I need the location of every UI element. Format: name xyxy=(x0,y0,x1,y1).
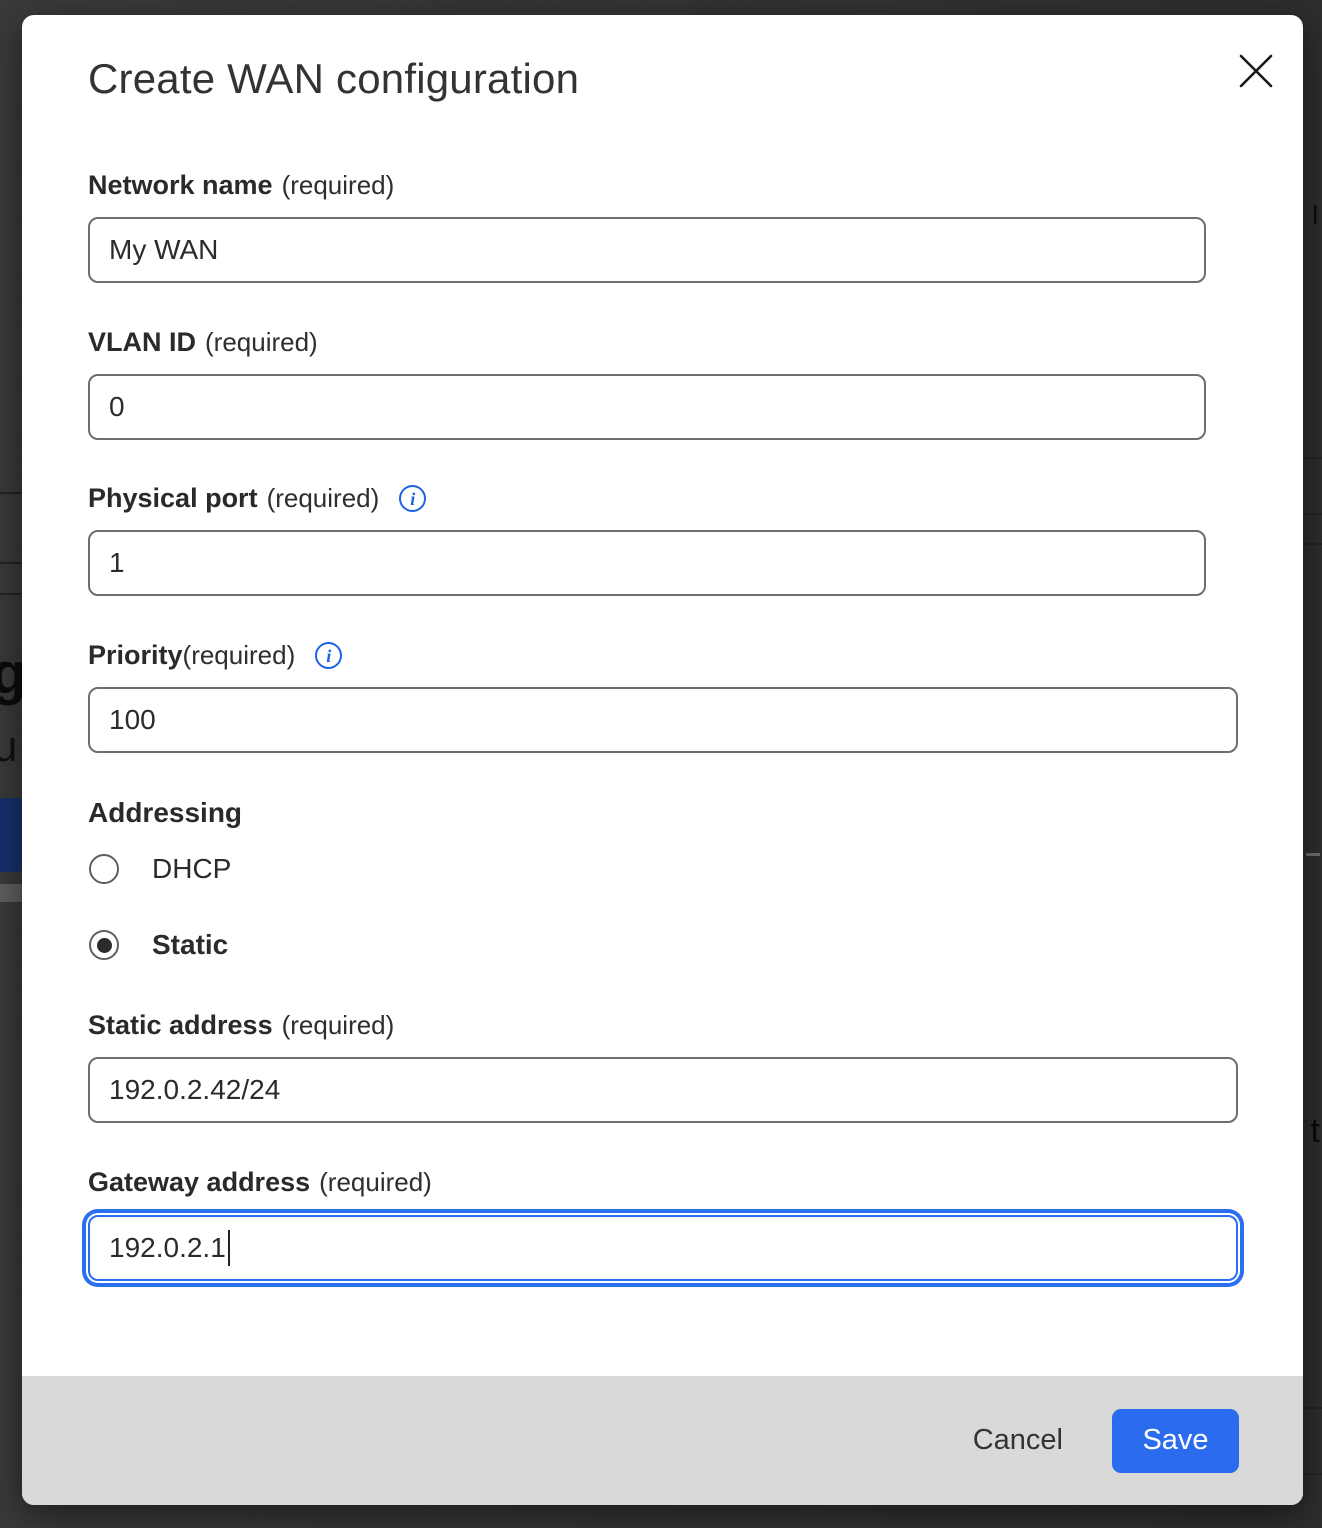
info-icon[interactable]: i xyxy=(399,485,426,512)
vlan-id-label: VLAN ID (required) xyxy=(88,327,318,358)
addressing-heading: Addressing xyxy=(88,797,242,829)
dialog-footer: Cancel Save xyxy=(22,1376,1303,1505)
gateway-address-input[interactable]: 192.0.2.1 xyxy=(88,1215,1238,1281)
text-cursor xyxy=(228,1230,231,1266)
label-text: VLAN ID xyxy=(88,327,196,358)
radio-unselected-icon xyxy=(89,854,119,884)
priority-label: Priority (required) i xyxy=(88,640,342,671)
create-wan-configuration-dialog: Create WAN configuration Network name (r… xyxy=(22,15,1303,1505)
backdrop-divider xyxy=(0,562,22,564)
required-hint: (required) xyxy=(319,1167,432,1198)
static-address-label: Static address (required) xyxy=(88,1010,394,1041)
backdrop-divider xyxy=(1303,543,1322,545)
required-hint: (required) xyxy=(205,327,318,358)
backdrop-text-fragment: u xyxy=(0,722,17,772)
physical-port-input[interactable] xyxy=(88,530,1206,596)
backdrop-blue-button-fragment xyxy=(0,798,22,872)
radio-option-static[interactable]: Static xyxy=(89,929,228,961)
required-hint: (required) xyxy=(282,170,395,201)
close-icon xyxy=(1237,52,1275,90)
backdrop-divider xyxy=(1303,513,1322,515)
backdrop-divider xyxy=(1303,457,1322,459)
radio-option-dhcp[interactable]: DHCP xyxy=(89,853,231,885)
label-text: Physical port xyxy=(88,483,258,514)
dialog-title: Create WAN configuration xyxy=(88,55,579,103)
backdrop-divider xyxy=(0,593,22,595)
required-hint: (required) xyxy=(183,640,296,671)
input-value: 192.0.2.1 xyxy=(109,1232,226,1264)
radio-label: Static xyxy=(152,929,228,961)
label-text: Priority xyxy=(88,640,183,671)
static-address-input[interactable] xyxy=(88,1057,1238,1123)
physical-port-label: Physical port (required) i xyxy=(88,483,426,514)
close-button[interactable] xyxy=(1232,47,1280,95)
gateway-address-label: Gateway address (required) xyxy=(88,1167,432,1198)
radio-label: DHCP xyxy=(152,853,231,885)
label-text: Static address xyxy=(88,1010,273,1041)
backdrop-divider xyxy=(1303,1407,1322,1409)
priority-input[interactable] xyxy=(88,687,1238,753)
vlan-id-input[interactable] xyxy=(88,374,1206,440)
label-text: Network name xyxy=(88,170,273,201)
backdrop-divider xyxy=(1303,1473,1322,1475)
network-name-label: Network name (required) xyxy=(88,170,394,201)
cancel-button[interactable]: Cancel xyxy=(973,1424,1063,1457)
backdrop-row-fragment xyxy=(0,884,22,902)
info-icon[interactable]: i xyxy=(315,642,342,669)
backdrop-text-fragment: t xyxy=(1311,1112,1320,1151)
radio-selected-icon xyxy=(89,930,119,960)
required-hint: (required) xyxy=(282,1010,395,1041)
network-name-input[interactable] xyxy=(88,217,1206,283)
required-hint: (required) xyxy=(267,483,380,514)
save-button[interactable]: Save xyxy=(1112,1409,1239,1473)
label-text: Gateway address xyxy=(88,1167,310,1198)
backdrop-divider xyxy=(0,492,22,494)
backdrop-row-fragment xyxy=(1306,853,1320,856)
